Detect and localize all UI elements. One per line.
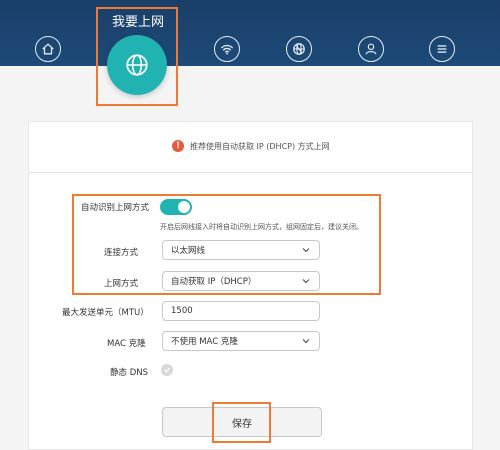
highlight-frame-nav	[96, 7, 178, 106]
highlight-frame-settings	[72, 194, 381, 295]
static-dns-label: 静态 DNS	[110, 368, 149, 378]
nav-home-button[interactable]	[35, 36, 61, 62]
chevron-down-icon	[302, 339, 310, 344]
network-icon	[293, 43, 305, 55]
user-icon	[365, 43, 377, 55]
home-icon	[42, 43, 54, 55]
static-dns-checkbox[interactable]	[161, 364, 173, 376]
dhcp-warning: ! 推荐使用自动获取 IP (DHCP) 方式上网	[172, 140, 330, 152]
top-nav-bar	[0, 0, 500, 66]
mac-clone-value: 不使用 MAC 克隆	[171, 337, 238, 347]
nav-user-button[interactable]	[358, 36, 384, 62]
highlight-frame-save	[212, 402, 271, 443]
panel-divider	[28, 172, 473, 173]
mtu-input-box[interactable]	[162, 301, 320, 321]
mac-clone-label: MAC 克隆	[107, 339, 146, 349]
warning-icon: !	[172, 140, 184, 152]
wifi-icon	[221, 44, 233, 55]
menu-icon	[437, 45, 447, 53]
mtu-input[interactable]	[171, 306, 311, 316]
mac-clone-select[interactable]: 不使用 MAC 克隆	[162, 331, 320, 351]
nav-wifi-button[interactable]	[214, 36, 240, 62]
mtu-label: 最大发送单元（MTU）	[62, 308, 149, 318]
nav-network-button[interactable]	[286, 36, 312, 62]
nav-menu-button[interactable]	[429, 36, 455, 62]
warning-text: 推荐使用自动获取 IP (DHCP) 方式上网	[190, 141, 330, 151]
check-icon	[164, 367, 170, 373]
